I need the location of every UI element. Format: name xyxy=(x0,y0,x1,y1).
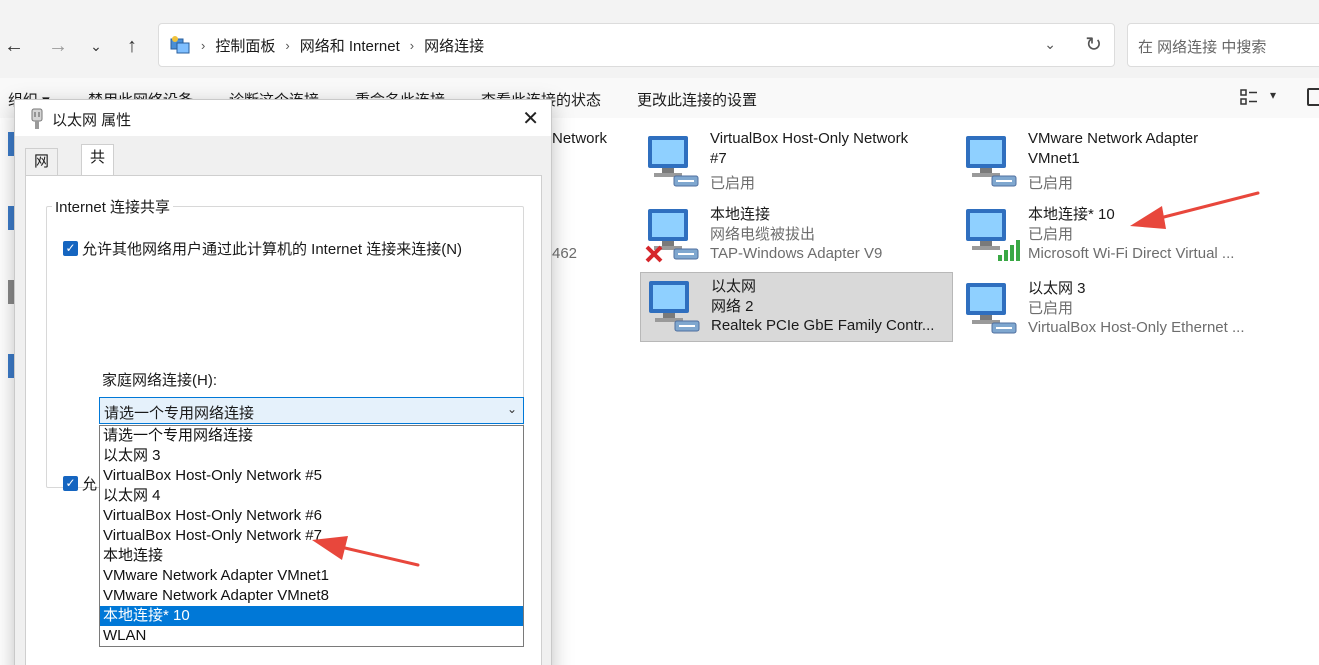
dropdown-option[interactable]: 以太网 4 xyxy=(100,486,523,506)
home-network-label: 家庭网络连接(H): xyxy=(102,372,217,389)
adapter-local-connection-10[interactable]: 本地连接* 10 已启用 Microsoft Wi-Fi Direct Virt… xyxy=(958,201,1271,271)
close-icon[interactable]: ✕ xyxy=(522,106,539,131)
adapter-name-partial: Network xyxy=(552,130,608,147)
allow-control-label-partial: 允 xyxy=(82,476,98,493)
adapter-name: 本地连接 xyxy=(710,206,771,223)
address-history-chevron-down-icon[interactable]: ⌄ xyxy=(1044,36,1056,53)
adapter-status: 网络电缆被拔出 xyxy=(710,226,816,243)
dialog-title: 以太网 属性 xyxy=(52,112,132,129)
dropdown-option-selected[interactable]: 本地连接* 10 xyxy=(100,606,523,626)
adapter-local-connection[interactable]: 本地连接 网络电缆被拔出 TAP-Windows Adapter V9 xyxy=(640,201,953,271)
adapter-status: 已启用 xyxy=(710,175,756,192)
up-icon[interactable]: ↑ xyxy=(118,34,146,58)
network-adapter-icon xyxy=(648,136,699,187)
recent-locations-chevron-down-icon[interactable]: ⌄ xyxy=(82,34,110,58)
breadcrumb-separator: › xyxy=(285,37,290,53)
breadcrumb-network-internet[interactable]: 网络和 Internet xyxy=(300,35,400,56)
home-network-select-value: 请选一个专用网络连接 xyxy=(104,405,255,422)
home-network-select[interactable]: 请选一个专用网络连接 ⌄ xyxy=(99,397,524,424)
adapter-status: 已启用 xyxy=(1028,226,1074,243)
breadcrumb-separator: › xyxy=(409,37,415,53)
adapter-virtualbox-network-7[interactable]: VirtualBox Host-Only Network #7 已启用 xyxy=(640,128,953,198)
adapter-name: VirtualBox Host-Only Network xyxy=(710,130,909,147)
dropdown-option[interactable]: VirtualBox Host-Only Network #7 xyxy=(100,526,523,546)
adapter-network: 网络 2 xyxy=(711,298,754,315)
dropdown-option[interactable]: VMware Network Adapter VMnet1 xyxy=(100,566,523,586)
dropdown-option[interactable]: VirtualBox Host-Only Network #5 xyxy=(100,466,523,486)
allow-control-checkbox[interactable]: ✓ xyxy=(63,476,78,491)
tab-sharing[interactable]: 共享 xyxy=(81,144,115,192)
breadcrumb-separator: › xyxy=(201,37,206,53)
chevron-down-icon: ⌄ xyxy=(506,402,517,416)
preview-pane-icon[interactable] xyxy=(1307,88,1319,106)
network-adapter-icon xyxy=(649,281,700,332)
adapter-name: 以太网 3 xyxy=(1028,280,1086,297)
breadcrumb-control-panel[interactable]: 控制面板 xyxy=(215,35,275,56)
adapter-name: VMware Network Adapter xyxy=(1028,130,1199,147)
forward-icon[interactable]: → xyxy=(44,34,72,58)
breadcrumb-network-connections[interactable]: 网络连接 xyxy=(424,35,484,56)
dropdown-option[interactable]: 本地连接 xyxy=(100,546,523,566)
dialog-title-bar[interactable]: 以太网 属性 ✕ xyxy=(15,100,551,136)
adapter-name: 以太网 xyxy=(711,278,757,295)
adapter-ethernet-3[interactable]: 以太网 3 已启用 VirtualBox Host-Only Ethernet … xyxy=(958,275,1271,345)
adapter-device: TAP-Windows Adapter V9 xyxy=(710,245,883,262)
network-adapter-icon xyxy=(966,136,1017,187)
adapter-detail-partial: 462 xyxy=(552,245,578,262)
ics-group-title: Internet 连接共享 xyxy=(52,196,174,217)
network-plug-icon xyxy=(31,108,43,129)
allow-sharing-checkbox[interactable]: ✓ xyxy=(63,241,78,256)
adapter-device: Realtek PCIe GbE Family Contr... xyxy=(711,317,935,334)
refresh-icon[interactable]: ↻ xyxy=(1085,32,1102,57)
search-box[interactable]: 在 网络连接 中搜索 xyxy=(1127,23,1319,67)
ethernet-properties-dialog: 以太网 属性 ✕ 网络 共享 Internet 连接共享 ✓ 允许其他网络用户通… xyxy=(14,99,552,665)
dropdown-option[interactable]: WLAN xyxy=(100,626,523,646)
adapter-device: Microsoft Wi-Fi Direct Virtual ... xyxy=(1028,245,1235,262)
dropdown-option[interactable]: 请选一个专用网络连接 xyxy=(100,426,523,446)
allow-sharing-label[interactable]: 允许其他网络用户通过此计算机的 Internet 连接来连接(N) xyxy=(82,238,462,259)
tab-network[interactable]: 网络 xyxy=(25,148,59,196)
wireless-adapter-icon xyxy=(966,209,1020,261)
adapter-name: 本地连接* 10 xyxy=(1028,206,1115,223)
search-placeholder: 在 网络连接 中搜索 xyxy=(1138,39,1267,56)
adapter-name-line2: #7 xyxy=(710,150,727,167)
control-panel-icon xyxy=(169,34,191,56)
adapter-status: 已启用 xyxy=(1028,175,1074,192)
adapter-device: VirtualBox Host-Only Ethernet ... xyxy=(1028,319,1245,336)
dropdown-option[interactable]: VMware Network Adapter VMnet8 xyxy=(100,586,523,606)
dropdown-option[interactable]: 以太网 3 xyxy=(100,446,523,466)
address-bar[interactable]: › 控制面板 › 网络和 Internet › 网络连接 ⌄ ↻ xyxy=(158,23,1115,67)
adapter-vmware-vmnet1[interactable]: VMware Network Adapter VMnet1 已启用 xyxy=(958,128,1271,198)
back-icon[interactable]: ← xyxy=(0,34,28,58)
home-network-dropdown-list: 请选一个专用网络连接 以太网 3 VirtualBox Host-Only Ne… xyxy=(99,425,524,647)
dropdown-option[interactable]: VirtualBox Host-Only Network #6 xyxy=(100,506,523,526)
navigation-bar: ← → ⌄ ↑ › 控制面板 › 网络和 Internet › 网络连接 ⌄ ↻… xyxy=(0,12,1319,78)
sharing-panel: Internet 连接共享 ✓ 允许其他网络用户通过此计算机的 Internet… xyxy=(25,175,542,665)
network-adapter-icon xyxy=(966,283,1017,334)
adapter-name-line2: VMnet1 xyxy=(1028,150,1080,167)
view-options-chevron-down-icon[interactable]: ▾ xyxy=(1270,88,1276,102)
network-adapter-disconnected-icon xyxy=(645,209,699,263)
view-options-icon[interactable] xyxy=(1240,88,1258,106)
adapter-ethernet-selected[interactable]: 以太网 网络 2 Realtek PCIe GbE Family Contr..… xyxy=(640,272,953,342)
title-strip xyxy=(0,0,1319,12)
adapter-status: 已启用 xyxy=(1028,300,1074,317)
change-settings-button[interactable]: 更改此连接的设置 xyxy=(637,89,757,110)
